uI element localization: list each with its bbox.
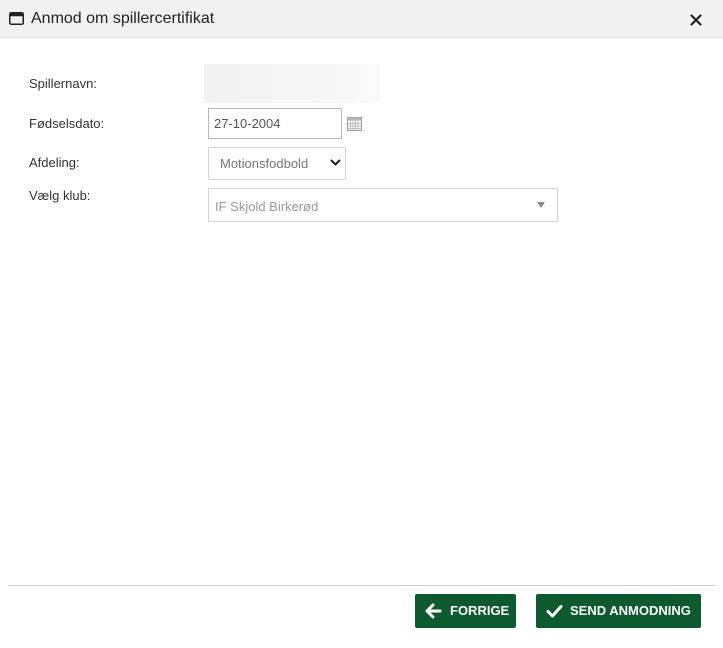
- caret-down-icon: [537, 202, 545, 208]
- window-icon: [9, 12, 24, 25]
- send-request-button[interactable]: SEND ANMODNING: [536, 594, 701, 628]
- club-label: Vælg klub:: [29, 188, 91, 203]
- club-select-value: IF Skjold Birkerød: [215, 199, 319, 214]
- player-name-field: [204, 64, 380, 103]
- department-select-value: Motionsfodbold: [220, 156, 309, 171]
- request-certificate-dialog: Anmod om spillercertifikat Spillernavn: …: [0, 0, 723, 648]
- back-button-label: FORRIGE: [450, 603, 510, 618]
- player-name-label: Spillernavn:: [29, 76, 97, 91]
- dialog-titlebar: Anmod om spillercertifikat: [0, 0, 723, 38]
- department-select[interactable]: Motionsfodbold: [208, 147, 346, 180]
- birthdate-input[interactable]: [208, 108, 342, 139]
- arrow-left-icon: [425, 603, 442, 619]
- calendar-icon[interactable]: [347, 117, 362, 131]
- footer-divider: [8, 585, 715, 586]
- send-request-button-label: SEND ANMODNING: [570, 603, 691, 618]
- chevron-down-icon: [330, 159, 341, 166]
- department-label: Afdeling:: [29, 155, 80, 170]
- birthdate-label: Fødselsdato:: [29, 116, 105, 131]
- club-select[interactable]: IF Skjold Birkerød: [208, 188, 558, 222]
- dialog-title: Anmod om spillercertifikat: [31, 10, 215, 27]
- back-button[interactable]: FORRIGE: [415, 594, 516, 628]
- close-icon[interactable]: [686, 10, 706, 30]
- checkmark-icon: [546, 605, 563, 618]
